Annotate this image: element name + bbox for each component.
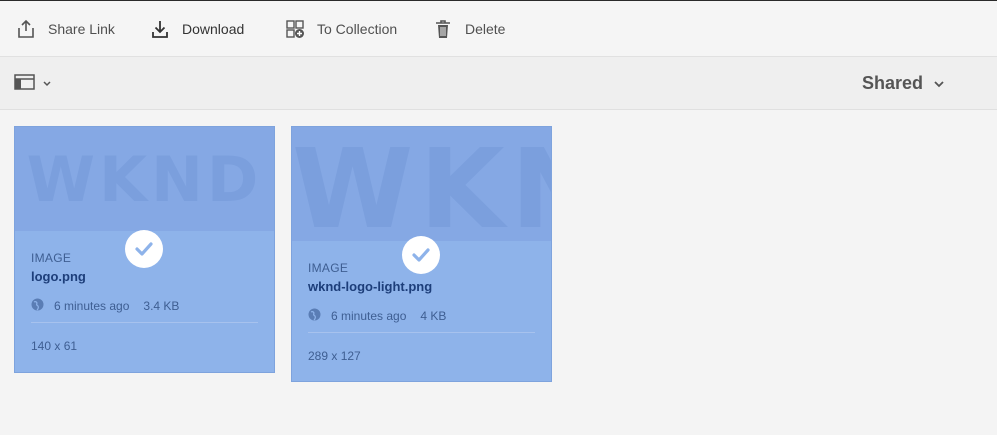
asset-meta: IMAGE wknd-logo-light.png 6 minutes ago …	[308, 261, 535, 363]
view-toolbar: Shared	[0, 57, 997, 110]
share-link-button[interactable]: Share Link	[15, 1, 115, 56]
rail-toggle-button[interactable]	[14, 73, 52, 95]
share-link-label: Share Link	[48, 20, 115, 37]
action-bar: Share Link Download To Collection Delete	[0, 1, 997, 57]
asset-card[interactable]: WKND IMAGE logo.png 6 minutes ago 3.4 KB…	[14, 126, 275, 373]
asset-filename: wknd-logo-light.png	[308, 279, 433, 294]
asset-info: 6 minutes ago 4 KB	[308, 308, 535, 324]
share-icon	[15, 18, 37, 40]
download-button[interactable]: Download	[149, 1, 244, 56]
asset-thumbnail: WKND	[292, 127, 551, 241]
asset-size: 3.4 KB	[143, 299, 180, 313]
chevron-down-icon	[933, 73, 945, 94]
view-filter-label: Shared	[861, 72, 923, 93]
view-filter-dropdown[interactable]: Shared	[862, 57, 945, 109]
asset-card[interactable]: WKND IMAGE wknd-logo-light.png 6 minutes…	[291, 126, 552, 382]
to-collection-label: To Collection	[317, 20, 398, 37]
card-divider	[31, 322, 258, 323]
asset-info: 6 minutes ago 3.4 KB	[31, 298, 258, 314]
delete-button[interactable]: Delete	[432, 1, 505, 56]
thumbnail-wknd-logo: WKND	[26, 143, 263, 216]
asset-dimensions: 140 x 61	[31, 339, 78, 353]
asset-dimensions: 289 x 127	[308, 349, 361, 363]
asset-size: 4 KB	[420, 309, 447, 323]
chevron-down-icon	[42, 75, 52, 93]
asset-type: IMAGE	[31, 251, 72, 265]
globe-icon	[308, 308, 321, 324]
asset-grid: WKND IMAGE logo.png 6 minutes ago 3.4 KB…	[0, 110, 997, 435]
card-divider	[308, 332, 535, 333]
asset-modified: 6 minutes ago	[54, 299, 130, 313]
asset-filename: logo.png	[31, 269, 86, 284]
add-to-collection-icon	[284, 18, 306, 40]
trash-icon	[432, 18, 454, 40]
globe-icon	[31, 298, 44, 314]
download-icon	[149, 18, 171, 40]
to-collection-button[interactable]: To Collection	[284, 1, 397, 56]
asset-thumbnail: WKND	[15, 127, 274, 231]
asset-type: IMAGE	[308, 261, 349, 275]
asset-modified: 6 minutes ago	[331, 309, 407, 323]
rail-panel-icon	[14, 73, 36, 96]
delete-label: Delete	[465, 20, 506, 37]
thumbnail-wknd-logo: WKND	[292, 127, 551, 241]
asset-meta: IMAGE logo.png 6 minutes ago 3.4 KB 140 …	[31, 251, 258, 353]
download-label: Download	[182, 20, 245, 37]
